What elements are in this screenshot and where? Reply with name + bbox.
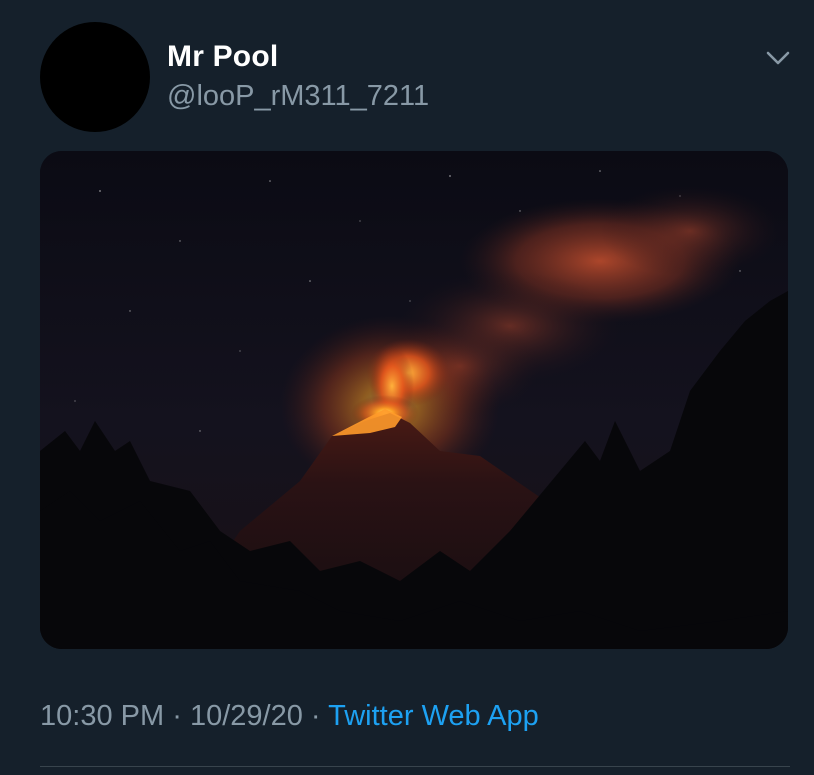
tweet-date[interactable]: 10/29/20 <box>190 700 303 732</box>
chevron-down-icon[interactable] <box>764 46 792 70</box>
author-display-name[interactable]: Mr Pool <box>167 40 278 74</box>
tweet-metadata: 10:30 PM · 10/29/20 · Twitter Web App <box>40 700 539 733</box>
meta-separator: · <box>310 700 321 732</box>
tweet-source-link[interactable]: Twitter Web App <box>328 700 539 732</box>
author-handle[interactable]: @looP_rM311_7211 <box>167 80 429 113</box>
tweet-media-image[interactable] <box>40 151 788 649</box>
divider <box>40 766 790 767</box>
avatar[interactable] <box>40 22 150 132</box>
meta-separator: · <box>172 700 182 732</box>
tweet-time[interactable]: 10:30 PM <box>40 700 164 732</box>
